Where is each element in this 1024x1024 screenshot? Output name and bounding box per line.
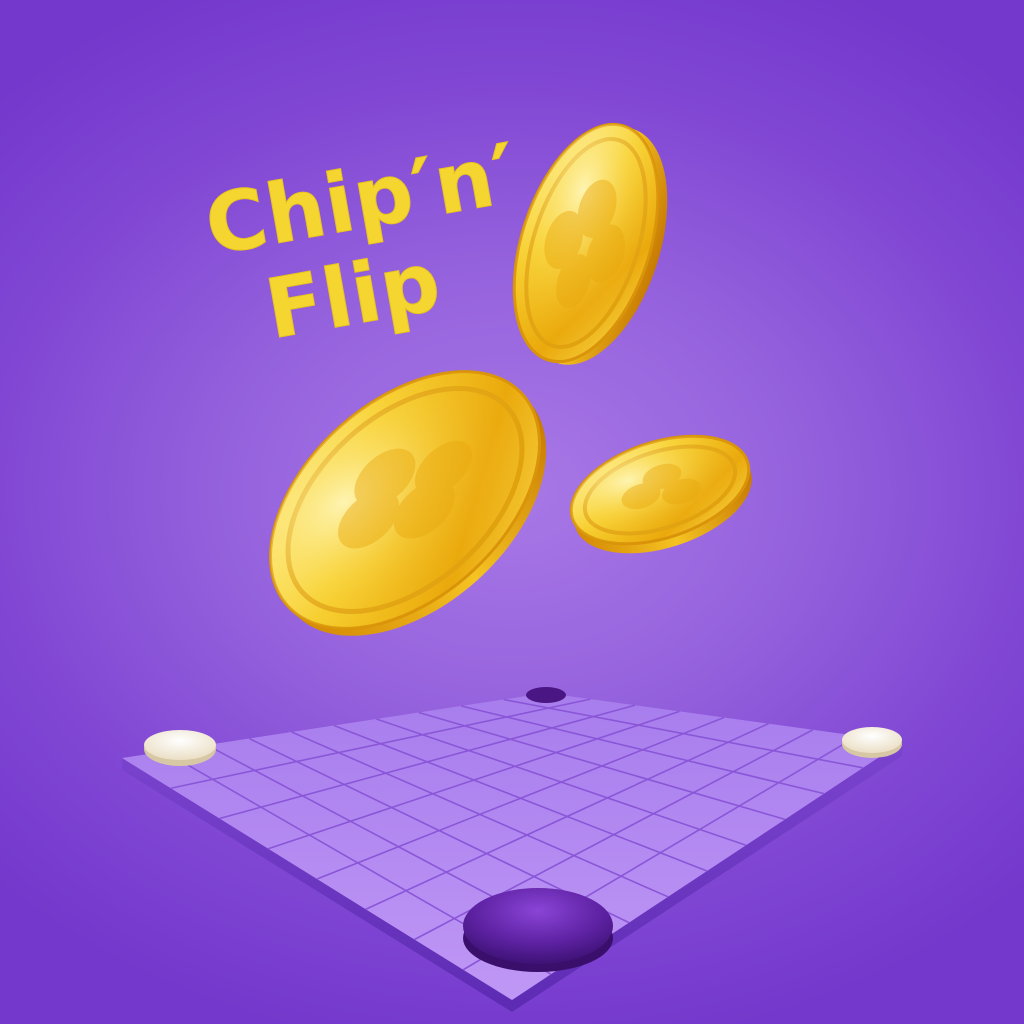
gold-coin-icon xyxy=(569,434,752,554)
chip-purple-near[interactable] xyxy=(463,888,613,972)
gold-coin-icon xyxy=(512,122,668,365)
gold-coin-icon xyxy=(269,370,547,636)
game-scene: Chip′n′ Flip xyxy=(122,122,902,1012)
chip-white-right[interactable] xyxy=(842,727,902,758)
chip-purple-far[interactable] xyxy=(526,687,566,703)
game-title: Chip′n′ Flip xyxy=(198,126,525,359)
chip-white-left[interactable] xyxy=(144,730,216,766)
